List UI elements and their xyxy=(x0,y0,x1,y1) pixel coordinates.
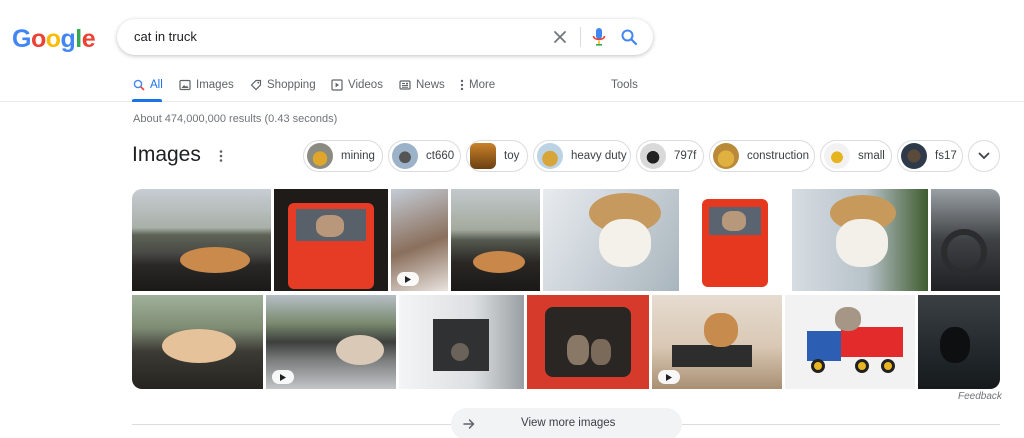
image-results-grid xyxy=(132,189,1000,389)
tab-images[interactable]: Images xyxy=(179,77,234,93)
chip-small[interactable]: small xyxy=(820,140,892,172)
chip-797f[interactable]: 797f xyxy=(636,140,704,172)
chip-thumbnail xyxy=(470,143,496,169)
play-icon xyxy=(658,370,680,384)
newspaper-icon xyxy=(399,80,411,90)
search-input[interactable]: cat in truck xyxy=(134,29,197,44)
image-result[interactable] xyxy=(132,295,263,389)
search-icon[interactable] xyxy=(620,28,638,46)
tab-label: All xyxy=(150,79,163,91)
view-more-images-button[interactable]: View more images xyxy=(451,408,682,438)
image-result[interactable] xyxy=(399,295,524,389)
image-result[interactable] xyxy=(792,189,928,291)
feedback-link[interactable]: Feedback xyxy=(958,391,1002,402)
image-result[interactable] xyxy=(543,189,679,291)
tab-label: Shopping xyxy=(267,79,316,91)
chip-thumbnail xyxy=(901,143,927,169)
chip-label: mining xyxy=(341,150,375,162)
chip-label: ct660 xyxy=(426,150,455,162)
chip-thumbnail xyxy=(392,143,418,169)
expand-chips-button[interactable] xyxy=(968,140,1000,172)
search-icon xyxy=(133,79,145,91)
tag-icon xyxy=(250,79,262,91)
active-tab-indicator xyxy=(132,99,162,102)
chip-thumbnail xyxy=(307,143,333,169)
chip-thumbnail xyxy=(640,143,666,169)
play-icon xyxy=(397,272,419,286)
mic-icon[interactable] xyxy=(591,27,607,47)
tab-label: Images xyxy=(196,79,234,91)
image-result[interactable] xyxy=(682,189,789,291)
tab-tools[interactable]: Tools xyxy=(611,77,638,93)
logo-letter-o: o xyxy=(30,25,46,53)
chip-ct660[interactable]: ct660 xyxy=(388,140,461,172)
logo-letter-g: G xyxy=(12,25,31,53)
images-section-title: Images xyxy=(132,143,201,166)
video-result[interactable] xyxy=(266,295,396,389)
view-more-label: View more images xyxy=(521,417,616,429)
chip-label: small xyxy=(858,150,885,162)
vertical-dots-icon[interactable] xyxy=(218,149,224,163)
tab-shopping[interactable]: Shopping xyxy=(250,77,316,93)
video-result[interactable] xyxy=(391,189,448,291)
image-result[interactable] xyxy=(274,189,388,291)
tab-videos[interactable]: Videos xyxy=(331,77,383,93)
chip-thumbnail xyxy=(537,143,563,169)
image-icon xyxy=(179,79,191,91)
image-result[interactable] xyxy=(785,295,915,389)
logo-letter-e: e xyxy=(81,25,96,53)
logo-letter-o: o xyxy=(45,25,61,53)
image-result[interactable] xyxy=(918,295,1000,389)
search-box[interactable]: cat in truck xyxy=(117,19,653,55)
chip-mining[interactable]: mining xyxy=(303,140,383,172)
tab-news[interactable]: News xyxy=(399,77,445,93)
chip-label: fs17 xyxy=(935,150,957,162)
tab-label: Tools xyxy=(611,79,638,91)
image-result[interactable] xyxy=(527,295,649,389)
chip-toy[interactable]: toy xyxy=(466,140,528,172)
chip-label: heavy duty xyxy=(571,150,627,162)
tab-label: More xyxy=(469,79,496,91)
chip-thumbnail xyxy=(713,143,739,169)
result-stats: About 474,000,000 results (0.43 seconds) xyxy=(133,113,338,125)
vertical-dots-icon xyxy=(460,79,464,91)
chip-construction[interactable]: construction xyxy=(709,140,815,172)
tab-label: Videos xyxy=(348,79,383,91)
google-logo[interactable]: Google xyxy=(12,24,96,54)
tab-label: News xyxy=(416,79,445,91)
clear-icon[interactable] xyxy=(551,28,569,46)
play-icon xyxy=(272,370,294,384)
image-result[interactable] xyxy=(931,189,1000,291)
chip-label: toy xyxy=(504,150,520,162)
logo-letter-g: g xyxy=(60,25,76,53)
tab-more[interactable]: More xyxy=(460,77,495,93)
chevron-down-icon xyxy=(978,152,990,160)
image-result[interactable] xyxy=(451,189,540,291)
search-divider xyxy=(580,27,581,47)
tab-all[interactable]: All xyxy=(133,77,163,93)
image-result[interactable] xyxy=(132,189,271,291)
chip-heavy-duty[interactable]: heavy duty xyxy=(533,140,631,172)
chip-label: construction xyxy=(747,150,810,162)
chip-fs17[interactable]: fs17 xyxy=(897,140,963,172)
chip-label: 797f xyxy=(674,150,697,162)
chip-thumbnail xyxy=(824,143,850,169)
video-result[interactable] xyxy=(652,295,782,389)
arrow-right-icon xyxy=(463,419,475,429)
search-tabs: All Images Shopping Videos News More Too… xyxy=(0,72,1024,102)
play-icon xyxy=(331,79,343,91)
